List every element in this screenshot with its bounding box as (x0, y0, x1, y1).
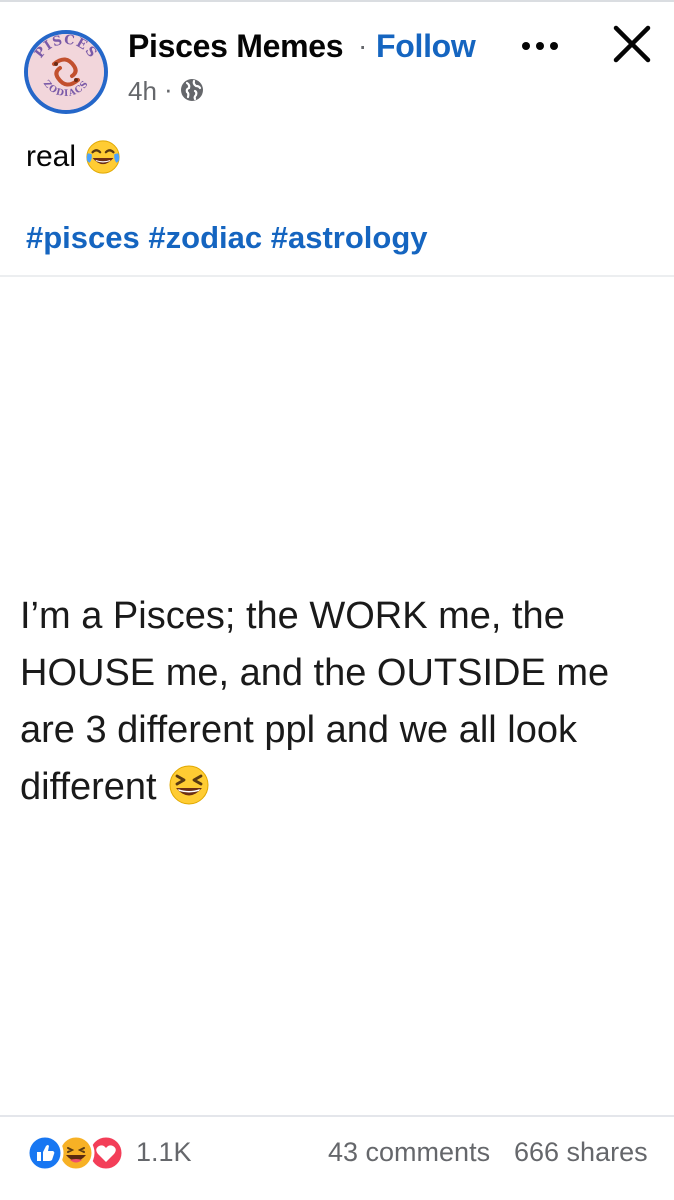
reaction-count[interactable]: 1.1K (136, 1137, 192, 1168)
more-options-icon[interactable] (516, 28, 564, 64)
grinning-squinting-emoji-icon (169, 765, 209, 805)
follow-button[interactable]: Follow (376, 28, 476, 65)
image-quote: I’m a Pisces; the WORK me, the HOUSE me,… (20, 595, 610, 808)
page-avatar[interactable]: PISCES ZODIACS (24, 30, 108, 114)
post-time[interactable]: 4h (128, 76, 157, 107)
hashtag-zodiac[interactable]: #zodiac (148, 220, 262, 255)
shares-count[interactable]: 666 shares (514, 1137, 648, 1168)
hashtag-pisces[interactable]: #pisces (26, 220, 140, 255)
footer-divider (0, 1115, 674, 1117)
hashtag-astrology[interactable]: #astrology (271, 220, 428, 255)
avatar-logo: PISCES ZODIACS (28, 34, 104, 110)
post-caption: real (26, 138, 122, 176)
tears-of-joy-emoji-icon (86, 140, 120, 174)
caption-text: real (26, 140, 77, 173)
close-icon[interactable] (612, 24, 652, 64)
hashtags: #pisces #zodiac #astrology (26, 220, 428, 256)
name-separator: · (358, 30, 368, 61)
top-border (0, 0, 674, 2)
globe-icon (181, 79, 203, 101)
page-name[interactable]: Pisces Memes (128, 28, 344, 65)
comments-count[interactable]: 43 comments (328, 1137, 490, 1168)
reactions-icon[interactable] (26, 1134, 130, 1172)
post-image-text: I’m a Pisces; the WORK me, the HOUSE me,… (20, 588, 670, 816)
time-separator: · (164, 74, 173, 104)
